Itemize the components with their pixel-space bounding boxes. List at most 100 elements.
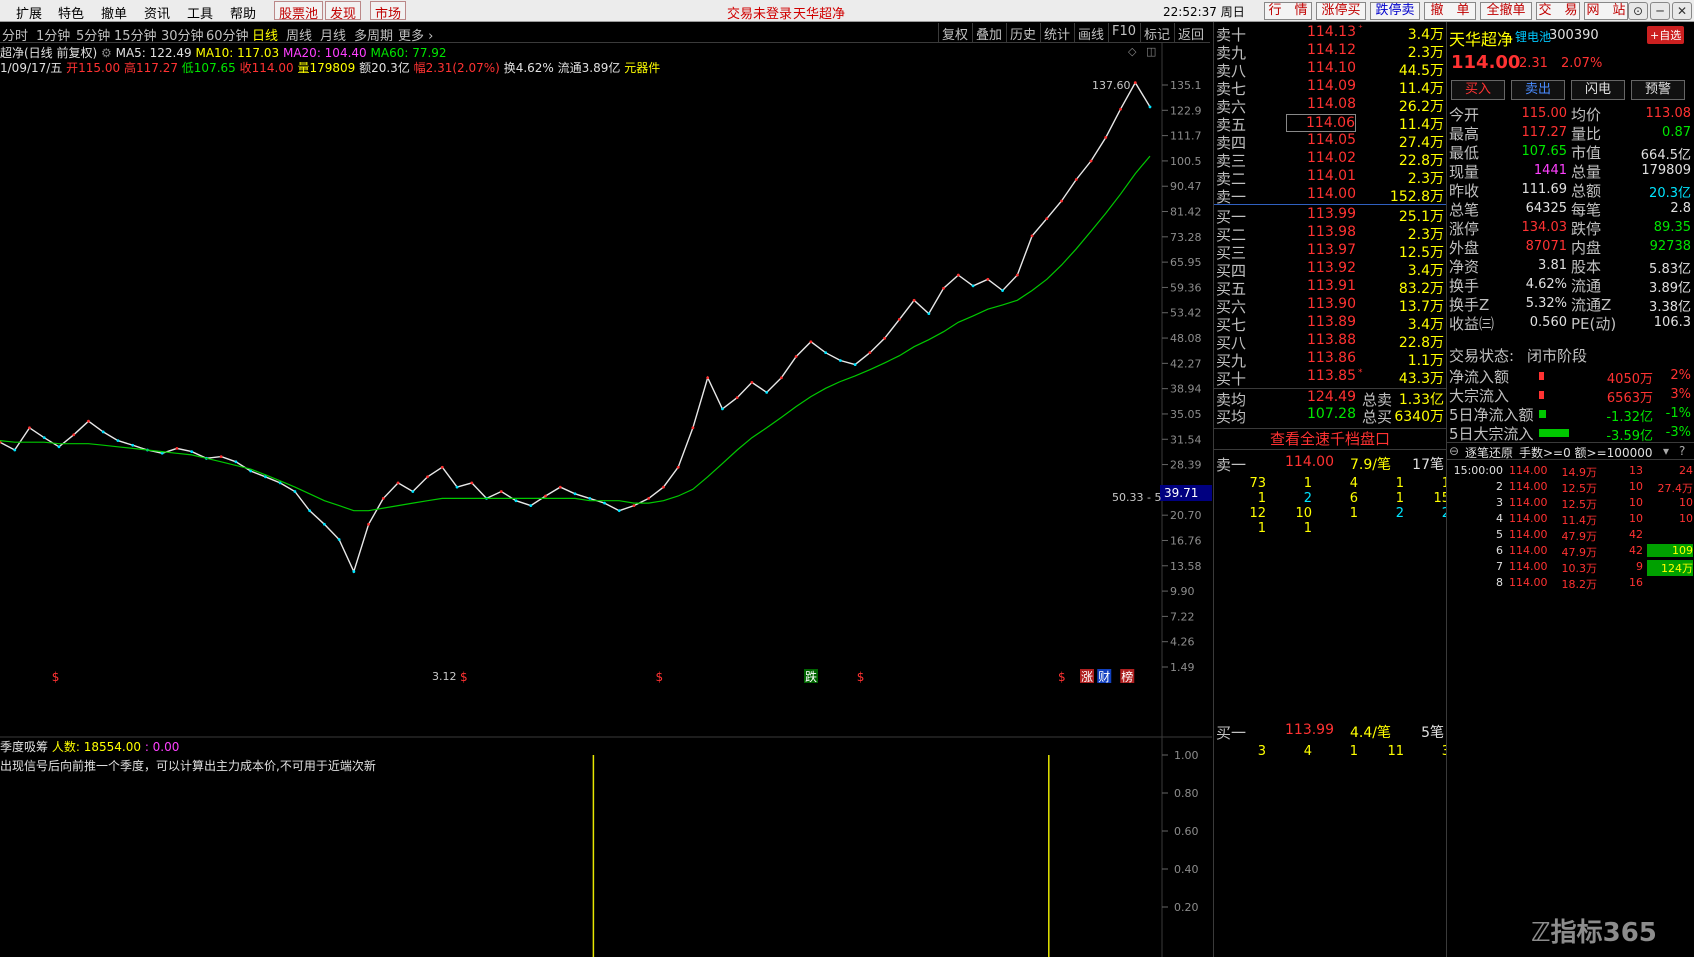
stats-button[interactable]: 统计 [1040,23,1073,43]
indicator-zero: : 0.00 [144,740,180,754]
signal-marker[interactable]: 涨 [1081,669,1093,684]
menu-news[interactable]: 资讯 [144,3,170,22]
cancel-all-button[interactable]: 全撤单 [1480,2,1532,20]
ask-mark: ⁺ [1358,24,1363,34]
signal-marker[interactable]: $ [460,670,468,684]
minimize-icon[interactable]: ─ [1650,2,1670,20]
period-daily[interactable]: 日线 [252,25,278,44]
period-more[interactable]: 更多 › [398,25,433,44]
bid-row[interactable]: 买六 113.90 13.7万 [1214,296,1446,316]
menu-extend[interactable]: 扩展 [16,3,42,22]
filter-icon[interactable]: ▾ [1663,444,1669,458]
period-1min[interactable]: 1分钟 [36,25,70,44]
f10-button[interactable]: F10 [1108,23,1139,42]
bid-row[interactable]: 买七 113.89 3.4万 [1214,314,1446,334]
help-icon[interactable]: ? [1679,444,1685,458]
indicator-axis: 1.00 0.80 0.60 0.40 0.20 [1162,749,1199,914]
history-button[interactable]: 历史 [1006,23,1039,43]
bid-row[interactable]: 买五 113.91 83.2万 [1214,278,1446,298]
add-watchlist-button[interactable]: +自选 [1647,26,1685,44]
ask-row[interactable]: 卖一 114.00 152.8万 [1214,186,1446,206]
period-30min[interactable]: 30分钟 [161,25,204,44]
trade-button[interactable]: 交 易 [1536,2,1580,20]
collapse-icon[interactable]: ⊖ [1449,444,1459,458]
expand-icon[interactable]: ◫ [1146,45,1156,58]
period-timeshare[interactable]: 分时 [2,25,28,44]
overlay-button[interactable]: 叠加 [972,23,1005,43]
ask-row[interactable]: 卖三 114.02 22.8万 [1214,150,1446,170]
bid-row[interactable]: 买十 113.85 * 43.3万 [1214,368,1446,388]
flash-button[interactable]: 闪电 [1571,80,1625,100]
period-multi[interactable]: 多周期 [354,25,393,44]
bid-row[interactable]: 买二 113.98 2.3万 [1214,224,1446,244]
signal-marker[interactable]: 财 [1098,670,1110,684]
ask-row[interactable]: 卖九 114.12 2.3万 [1214,42,1446,62]
limit-down-sell-button[interactable]: 跌停卖 [1370,2,1420,20]
stock-pool-button[interactable]: 股票池 [274,1,324,22]
ticks-filter[interactable]: 手数>=0 额>=100000 [1519,444,1652,461]
back-button[interactable]: 返回 [1174,23,1207,43]
signal-marker[interactable]: $ [52,670,60,684]
bid-row[interactable]: 买三 113.97 12.5万 [1214,242,1446,262]
ask-row[interactable]: 卖八 114.10 44.5万 [1214,60,1446,80]
sell-button[interactable]: 卖出 [1511,80,1565,100]
period-15min[interactable]: 15分钟 [114,25,157,44]
market-button[interactable]: 市场 [370,1,407,22]
drawing-button[interactable]: 画线 [1074,23,1107,43]
options-icon[interactable]: ⊙ [1628,2,1648,20]
price-tick-label: 135.1 [1170,79,1202,92]
period-5min[interactable]: 5分钟 [76,25,110,44]
signal-marker[interactable]: $ [1058,670,1066,684]
bid-row[interactable]: 买一 113.99 25.1万 [1214,206,1446,226]
signal-marker[interactable]: $ [656,670,664,684]
period-weekly[interactable]: 周线 [286,25,312,44]
menu-bar: 扩展 特色 撤单 资讯 工具 帮助 股票池 发现 市场 交易未登录 天华超净 2… [0,0,1694,22]
stat-label: 流通 [1571,277,1602,295]
signal-marker[interactable]: 跌 [805,669,817,684]
quote-button[interactable]: 行 情 [1264,2,1312,20]
menu-tools[interactable]: 工具 [187,3,213,22]
ask-row[interactable]: 卖六 114.08 26.2万 [1214,96,1446,116]
mark-button[interactable]: 标记 [1140,23,1173,43]
price-point [573,492,577,496]
close-icon[interactable]: ✕ [1672,2,1692,20]
ask-row[interactable]: 卖二 114.01 2.3万 [1214,168,1446,188]
ask-row[interactable]: 卖五 114.06 11.4万 [1214,114,1446,134]
login-status[interactable]: 交易未登录 [727,3,792,22]
watermark-text: 指标365 [1550,918,1657,948]
flow-row: 5日净流入额 -1.32亿 -1% [1447,404,1694,425]
diamond-icon[interactable]: ◇ [1128,45,1137,58]
cancel-button[interactable]: 撤 单 [1424,2,1476,20]
full-depth-link[interactable]: 查看全速千档盘口 [1214,428,1446,450]
buy-button[interactable]: 买入 [1451,80,1505,100]
ticks-title[interactable]: 逐笔还原 [1465,444,1513,461]
adjust-button[interactable]: 复权 [938,23,971,43]
price-point [529,504,533,508]
ask-row[interactable]: 卖四 114.05 27.4万 [1214,132,1446,152]
price-point [647,496,651,500]
bid-row[interactable]: 买九 113.86 1.1万 [1214,350,1446,370]
alert-button[interactable]: 预警 [1631,80,1685,100]
limit-up-buy-button[interactable]: 涨停买 [1316,2,1366,20]
signal-marker[interactable]: $ [857,670,865,684]
bid-price: 113.99 [1307,206,1356,222]
period-60min[interactable]: 60分钟 [206,25,249,44]
high-annotation: 137.60 [1092,79,1131,92]
sector-tag[interactable]: 锂电池 [1515,28,1551,45]
bid-row[interactable]: 买四 113.92 3.4万 [1214,260,1446,280]
menu-help[interactable]: 帮助 [230,3,256,22]
stat-label: 外盘 [1449,239,1480,257]
signal-marker[interactable]: 榜 [1121,669,1133,684]
website-button[interactable]: 网 站 [1584,2,1628,20]
indicator-name[interactable]: 季度吸筹 [0,740,48,754]
bid-row[interactable]: 买八 113.88 22.8万 [1214,332,1446,352]
period-bar: 分时 1分钟 5分钟 15分钟 30分钟 60分钟 日线 周线 月线 多周期 更… [0,22,1210,44]
menu-cancel-order[interactable]: 撤单 [101,3,127,22]
kline-chart[interactable]: 135.1 122.9 111.7 100.5 90.47 81.42 73.28 65.95… [0,43,1212,957]
menu-features[interactable]: 特色 [58,3,84,22]
period-monthly[interactable]: 月线 [320,25,346,44]
discover-button[interactable]: 发现 [325,1,362,22]
price-point [750,381,754,384]
ask-row[interactable]: 卖十 114.13 ⁺ 3.4万 [1214,24,1446,44]
ask-row[interactable]: 卖七 114.09 11.4万 [1214,78,1446,98]
